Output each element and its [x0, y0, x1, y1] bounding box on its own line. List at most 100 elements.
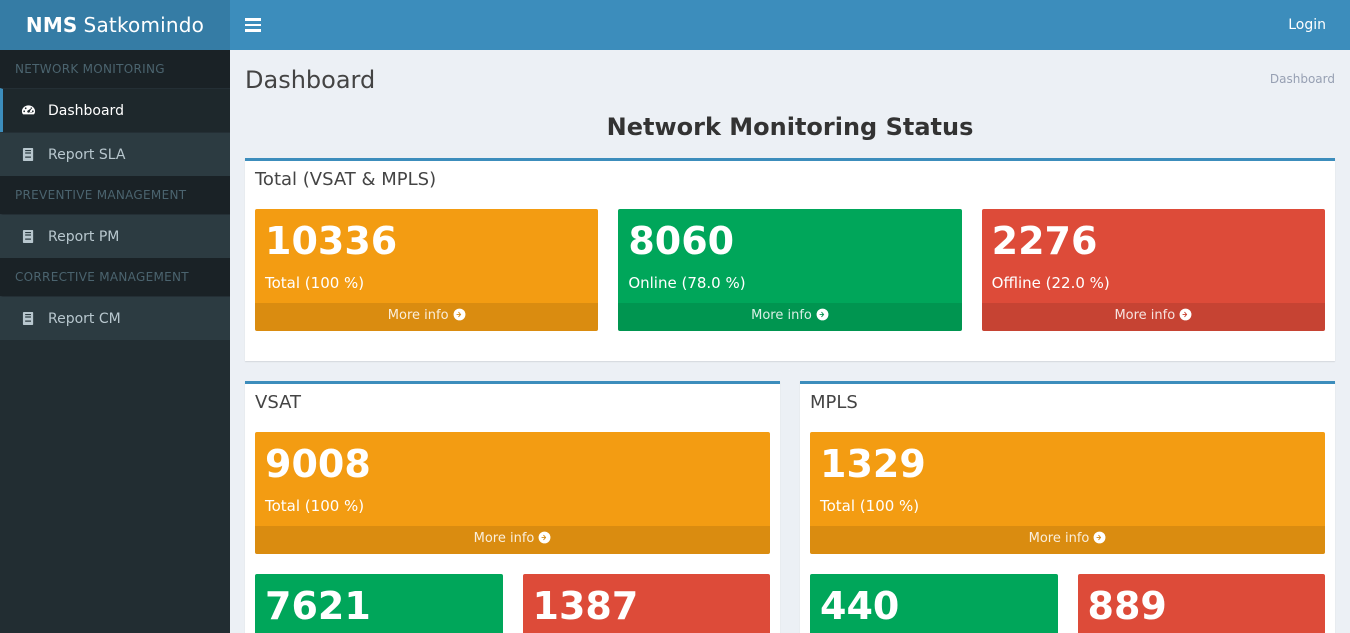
arrow-circle-right-icon — [1093, 531, 1106, 551]
stat-value: 9008 — [265, 442, 371, 486]
vsat-column: VSAT 9008 Total (100 %) More info 7621 1… — [235, 381, 790, 633]
sidebar-item-label: Report SLA — [48, 146, 126, 163]
mpls-column: MPLS 1329 Total (100 %) More info 440 88… — [790, 381, 1345, 633]
stat-label: Online (78.0 %) — [628, 274, 746, 292]
sidebar: NETWORK MONITORING Dashboard Report SLA … — [0, 50, 230, 633]
page-title: Dashboard — [245, 66, 376, 94]
panel-total-title: Total (VSAT & MPLS) — [255, 169, 437, 190]
arrow-circle-right-icon — [816, 308, 829, 328]
sidebar-item-report-pm[interactable]: Report PM — [0, 214, 230, 258]
breadcrumb: Dashboard — [1270, 72, 1335, 86]
login-link[interactable]: Login — [1280, 0, 1334, 50]
stat-label: Total (100 %) — [265, 497, 365, 515]
stat-label: Total (100 %) — [265, 274, 365, 292]
stat-box-inner: 889 — [1078, 574, 1326, 633]
sidebar-item-dashboard[interactable]: Dashboard — [0, 88, 230, 132]
panel-vsat: VSAT 9008 Total (100 %) More info 7621 1… — [245, 381, 780, 633]
stat-value: 8060 — [628, 219, 735, 263]
book-icon — [18, 311, 38, 326]
panel-total: Total (VSAT & MPLS) 10336 Total (100 %) … — [245, 158, 1335, 361]
book-icon — [18, 229, 38, 244]
arrow-circle-right-icon — [453, 308, 466, 328]
more-info-label: More info — [387, 308, 449, 323]
vsat-online-offline-row: 7621 1387 — [245, 574, 780, 633]
more-info-label: More info — [751, 308, 812, 323]
vsat-stat-box-total: 9008 Total (100 %) More info — [255, 432, 770, 554]
panel-vsat-body: 9008 Total (100 %) More info 7621 1387 — [245, 422, 780, 633]
more-info-label: More info — [473, 531, 535, 546]
vsat-stat-box-offline: 1387 — [522, 574, 771, 633]
panel-total-body: 10336 Total (100 %) More info 8060 Onlin… — [245, 199, 1335, 361]
stat-box-inner: 10336 Total (100 %) — [255, 209, 598, 303]
total-stat-row: 10336 Total (100 %) More info 8060 Onlin… — [245, 209, 1335, 351]
total-stat-col-online: 8060 Online (78.0 %) More info — [608, 209, 971, 351]
mpls-online-offline-row: 440 889 — [800, 574, 1335, 633]
mpls-stat-box-total: 1329 Total (100 %) More info — [810, 432, 1325, 554]
stat-value: 7621 — [265, 584, 371, 628]
more-info-link[interactable]: More info — [255, 303, 599, 331]
logo-bold-text: NMS — [25, 13, 78, 37]
stat-value: 1329 — [820, 442, 926, 486]
arrow-circle-right-icon — [538, 531, 551, 551]
stat-value: 440 — [820, 584, 900, 628]
mpls-stat-box-offline: 889 — [1077, 574, 1326, 633]
mpls-offline-column: 889 — [1068, 574, 1336, 633]
sidebar-item-label: Report CM — [48, 310, 121, 327]
stat-box-online: 8060 Online (78.0 %) More info — [618, 209, 962, 331]
panel-mpls-title: MPLS — [810, 392, 858, 413]
book-icon — [18, 147, 38, 162]
more-info-label: More info — [1028, 531, 1090, 546]
stat-box-offline: 2276 Offline (22.0 %) More info — [981, 209, 1325, 331]
stat-box-inner: 2276 Offline (22.0 %) — [982, 209, 1325, 303]
sidebar-toggle-button[interactable] — [230, 0, 276, 50]
tachometer-icon — [18, 103, 38, 118]
navbar-main: Login — [230, 0, 1350, 50]
app-logo[interactable]: NMS Satkomindo — [0, 0, 230, 50]
panel-mpls: MPLS 1329 Total (100 %) More info 440 88… — [800, 381, 1335, 633]
stat-box-inner: 8060 Online (78.0 %) — [618, 209, 961, 303]
stat-value: 889 — [1087, 584, 1167, 628]
panel-total-header: Total (VSAT & MPLS) — [245, 161, 1335, 199]
panel-mpls-body: 1329 Total (100 %) More info 440 889 — [800, 422, 1335, 633]
more-info-label: More info — [1114, 308, 1176, 323]
stat-box-total: 10336 Total (100 %) More info — [255, 209, 599, 331]
vsat-offline-column: 1387 — [513, 574, 781, 633]
more-info-link[interactable]: More info — [618, 303, 962, 331]
total-stat-col-total: 10336 Total (100 %) More info — [245, 209, 608, 351]
stat-box-inner: 7621 — [255, 574, 503, 633]
mpls-stat-box-online: 440 — [810, 574, 1058, 633]
sidebar-item-report-sla[interactable]: Report SLA — [0, 132, 230, 176]
stat-value: 10336 — [265, 219, 398, 263]
panel-vsat-header: VSAT — [245, 384, 780, 422]
stat-box-inner: 440 — [810, 574, 1058, 633]
vsat-online-column: 7621 — [245, 574, 513, 633]
sidebar-section-network-monitoring: NETWORK MONITORING — [0, 50, 230, 88]
content-wrapper: Dashboard Dashboard Network Monitoring S… — [230, 50, 1350, 633]
stat-value: 2276 — [991, 219, 1098, 263]
sidebar-item-label: Report PM — [48, 228, 120, 245]
stat-box-inner: 9008 Total (100 %) — [255, 432, 770, 526]
stat-label: Total (100 %) — [820, 497, 920, 515]
more-info-link[interactable]: More info — [810, 526, 1325, 554]
arrow-circle-right-icon — [1179, 308, 1192, 328]
stat-box-inner: 1329 Total (100 %) — [810, 432, 1325, 526]
more-info-link[interactable]: More info — [255, 526, 770, 554]
content-body: Network Monitoring Status Total (VSAT & … — [230, 112, 1350, 633]
panel-vsat-title: VSAT — [255, 392, 301, 413]
vsat-mpls-row: VSAT 9008 Total (100 %) More info 7621 1… — [235, 381, 1345, 633]
stat-value: 1387 — [532, 584, 639, 628]
section-title: Network Monitoring Status — [606, 113, 974, 141]
stat-label: Offline (22.0 %) — [991, 274, 1110, 292]
content-header: Dashboard Dashboard — [230, 50, 1350, 100]
more-info-link[interactable]: More info — [981, 303, 1325, 331]
top-navbar: NMS Satkomindo Login — [0, 0, 1350, 50]
sidebar-item-report-cm[interactable]: Report CM — [0, 296, 230, 340]
hamburger-icon — [245, 15, 261, 35]
logo-light-text: Satkomindo — [83, 13, 205, 37]
sidebar-item-label: Dashboard — [48, 102, 124, 119]
sidebar-section-corrective-management: CORRECTIVE MANAGEMENT — [0, 258, 230, 296]
mpls-online-column: 440 — [800, 574, 1068, 633]
navbar-right-menu: Login — [1280, 0, 1350, 50]
stat-box-inner: 1387 — [523, 574, 771, 633]
breadcrumb-item-dashboard[interactable]: Dashboard — [1270, 72, 1335, 86]
